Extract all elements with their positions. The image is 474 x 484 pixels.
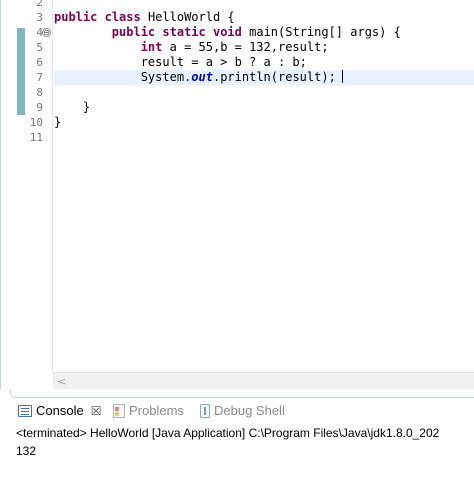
tab-debug-shell[interactable]: Debug Shell bbox=[200, 402, 285, 419]
keyword-token: public bbox=[54, 10, 98, 24]
code-line[interactable] bbox=[54, 0, 474, 10]
console-status-line: <terminated> HelloWorld [Java Applicatio… bbox=[16, 426, 440, 440]
code-line[interactable]: } bbox=[54, 115, 474, 130]
console-view-tabs: Console ☒ Problems Debug Shell bbox=[0, 398, 474, 422]
line-number: 2 bbox=[36, 0, 43, 9]
editor-view-border bbox=[10, 389, 474, 398]
code-line-current[interactable]: System.out.println(result); bbox=[54, 70, 474, 85]
code-line[interactable] bbox=[54, 130, 474, 145]
console-output-text: 132 bbox=[16, 444, 37, 458]
code-token: } bbox=[54, 100, 91, 114]
line-number: 3 bbox=[36, 11, 43, 24]
console-output-area[interactable]: <terminated> HelloWorld [Java Applicatio… bbox=[14, 422, 474, 484]
horizontal-scrollbar[interactable]: < bbox=[53, 372, 474, 389]
change-indicator-bar bbox=[17, 28, 25, 115]
code-line[interactable]: } bbox=[54, 100, 474, 115]
keyword-token: void bbox=[212, 25, 242, 39]
problems-icon bbox=[113, 403, 125, 418]
editor-gutter: 2 3 4 5 6 7 8 9 10 11 ⊖ bbox=[1, 0, 53, 372]
line-number: 8 bbox=[36, 86, 43, 99]
console-icon bbox=[18, 404, 32, 417]
line-number: 9 bbox=[36, 101, 43, 114]
tab-console[interactable]: Console ☒ bbox=[18, 402, 101, 419]
line-number: 11 bbox=[29, 131, 43, 144]
tab-debug-shell-label: Debug Shell bbox=[214, 403, 285, 418]
tab-problems-label: Problems bbox=[129, 403, 184, 418]
code-token: HelloWorld { bbox=[140, 10, 235, 24]
debug-shell-icon bbox=[200, 403, 210, 418]
code-line[interactable]: result = a > b ? a : b; bbox=[54, 55, 474, 70]
code-token: main(String[] args) { bbox=[241, 25, 401, 39]
code-line[interactable]: public class HelloWorld { bbox=[54, 10, 474, 25]
line-number: 6 bbox=[36, 56, 43, 69]
line-number: 5 bbox=[36, 41, 43, 54]
keyword-token: class bbox=[104, 10, 141, 24]
line-number: 10 bbox=[29, 116, 43, 129]
fold-collapse-icon[interactable]: ⊖ bbox=[42, 28, 51, 37]
close-icon[interactable]: ☒ bbox=[91, 404, 102, 418]
code-token: } bbox=[54, 115, 62, 129]
line-number: 7 bbox=[36, 71, 43, 84]
text-caret bbox=[341, 70, 343, 83]
line-number: 4 bbox=[36, 26, 43, 39]
code-token: System. bbox=[54, 70, 192, 84]
keyword-token: public bbox=[111, 25, 156, 39]
tab-console-label: Console bbox=[36, 403, 84, 418]
code-line[interactable] bbox=[54, 85, 474, 100]
keyword-token: static bbox=[162, 25, 206, 39]
code-token: a = 55,b = 132,result; bbox=[162, 40, 329, 54]
code-line[interactable]: public static void main(String[] args) { bbox=[54, 25, 474, 40]
code-area[interactable]: public class HelloWorld { public static … bbox=[54, 0, 474, 145]
keyword-token: int bbox=[140, 40, 163, 54]
field-token: out bbox=[191, 70, 213, 84]
tab-problems[interactable]: Problems bbox=[113, 402, 184, 419]
code-token: result = a > b ? a : b; bbox=[54, 55, 307, 69]
code-line[interactable]: int a = 55,b = 132,result; bbox=[54, 40, 474, 55]
java-editor[interactable]: 2 3 4 5 6 7 8 9 10 11 ⊖ public class HelloWorld {… bbox=[0, 0, 474, 389]
code-token: .println(result); bbox=[212, 70, 336, 84]
line-numbers: 2 3 4 5 6 7 8 9 10 11 bbox=[25, 0, 43, 145]
scroll-left-arrow-icon[interactable]: < bbox=[57, 375, 66, 388]
